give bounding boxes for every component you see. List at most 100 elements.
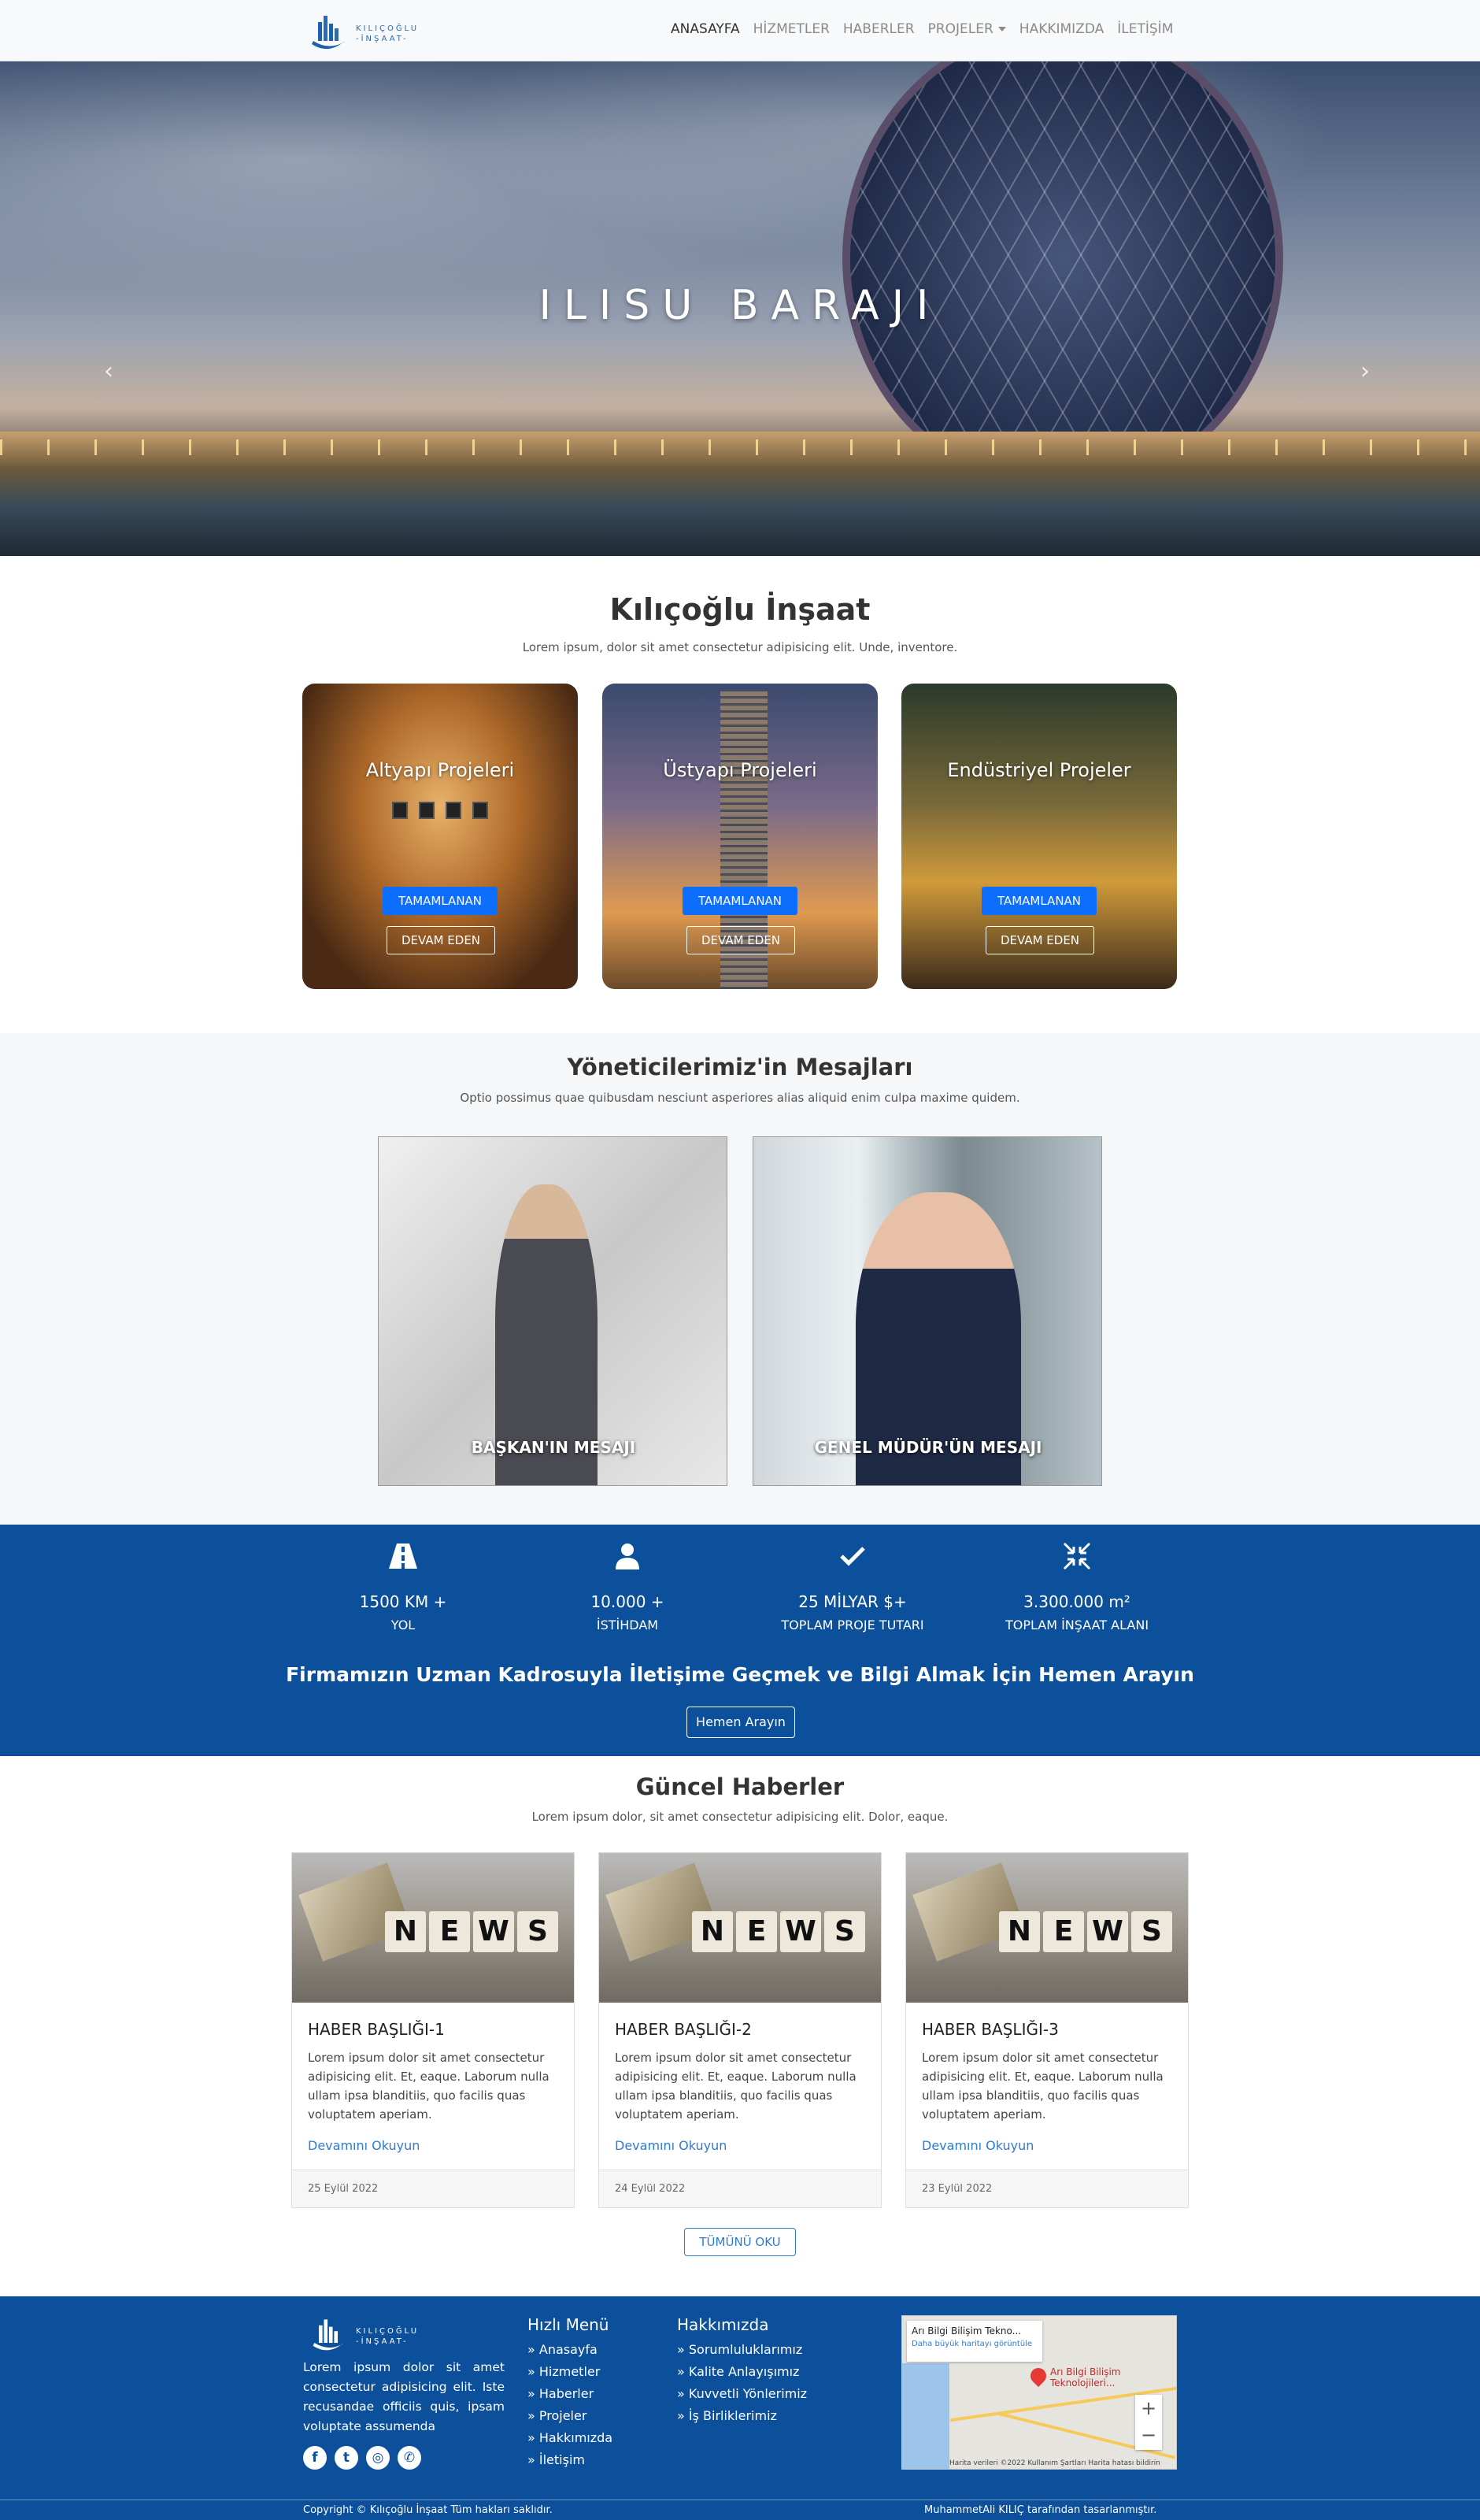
completed-button[interactable]: TAMAMLANAN — [683, 887, 797, 915]
news-card-text: Lorem ipsum dolor sit amet consectetur a… — [615, 2051, 857, 2122]
brand-tagline: -İNŞAAT- — [356, 2337, 409, 2346]
stat-item: 1500 KM + YOL — [324, 1542, 482, 1632]
whatsapp-icon[interactable]: ✆ — [398, 2446, 421, 2470]
nav-item-projeler-label: PROJELER — [927, 21, 993, 37]
quick-menu: Hızlı Menü » Anasayfa » Hizmetler » Habe… — [527, 2314, 612, 2471]
ongoing-button[interactable]: DEVAM EDEN — [686, 926, 795, 954]
embedded-map[interactable]: Arı Bilgi Bilişim Tekno... Daha büyük ha… — [901, 2315, 1177, 2470]
brand-tagline: -İNŞAAT- — [356, 35, 409, 43]
hero-carousel: ILISU BARAJI ‹ › — [0, 61, 1480, 556]
project-card-altyapi: Altyapı Projeleri TAMAMLANAN DEVAM EDEN — [302, 684, 578, 989]
stat-value: 1500 KM + — [359, 1592, 447, 1611]
navbar: KILIÇOĞLU -İNŞAAT- ANASAYFA HİZMETLER HA… — [0, 0, 1480, 61]
facebook-icon[interactable]: f — [303, 2446, 327, 2470]
nav-item-iletisim[interactable]: İLETİŞİM — [1117, 21, 1173, 37]
twitter-icon[interactable]: t — [335, 2446, 358, 2470]
news-card: NEWS HABER BAŞLIĞI-2 Lorem ipsum dolor s… — [598, 1852, 882, 2208]
map-zoom-controls[interactable]: + − — [1135, 2395, 1162, 2450]
read-all-button[interactable]: TÜMÜNÜ OKU — [684, 2228, 796, 2256]
manager-caption: GENEL MÜDÜR'ÜN MESAJI — [814, 1438, 1042, 1457]
manager-card-general-manager[interactable]: GENEL MÜDÜR'ÜN MESAJI — [753, 1136, 1102, 1486]
news-card-date: 24 Eylül 2022 — [599, 2170, 881, 2207]
brand-name: KILIÇOĞLU — [356, 24, 420, 33]
footer-link-kalite[interactable]: » Kalite Anlayışımız — [677, 2361, 807, 2383]
nav-item-hizmetler[interactable]: HİZMETLER — [753, 21, 830, 37]
stat-item: 25 MİLYAR $+ TOPLAM PROJE TUTARI — [774, 1542, 931, 1632]
logo-mark-icon — [312, 16, 345, 50]
read-more-link[interactable]: Devamını Okuyun — [922, 2138, 1034, 2153]
footer-link-iletisim[interactable]: » İletişim — [527, 2449, 612, 2471]
footer-link-yonler[interactable]: » Kuvvetli Yönlerimiz — [677, 2383, 807, 2405]
instagram-icon[interactable]: ◎ — [366, 2446, 390, 2470]
brand-wordmark: KILIÇOĞLU -İNŞAAT- — [356, 24, 419, 44]
user-icon — [616, 1544, 639, 1569]
news-tiles: NEWS — [385, 1911, 558, 1952]
map-pin-icon[interactable] — [1027, 2364, 1050, 2388]
footer-link-sorumluluklar[interactable]: » Sorumluluklarımız — [677, 2339, 807, 2361]
news-card-text: Lorem ipsum dolor sit amet consectetur a… — [308, 2051, 549, 2122]
carousel-prev-icon[interactable]: ‹ — [104, 358, 113, 385]
compress-arrows-icon — [1063, 1542, 1091, 1570]
stat-value: 25 MİLYAR $+ — [798, 1592, 907, 1611]
logo-mark-icon — [313, 2319, 344, 2351]
footer-link-hakkimizda[interactable]: » Hakkımızda — [527, 2427, 612, 2449]
footer: KILIÇOĞLU -İNŞAAT- Lorem ipsum dolor sit… — [0, 2296, 1480, 2520]
news-tiles: NEWS — [692, 1911, 865, 1952]
footer-link-is-birlikleri[interactable]: » İş Birliklerimiz — [677, 2405, 807, 2427]
read-more-link[interactable]: Devamını Okuyun — [308, 2138, 420, 2153]
nav-item-anasayfa[interactable]: ANASAYFA — [671, 21, 740, 37]
project-card-title: Üstyapı Projeleri — [663, 759, 817, 781]
stat-label: YOL — [390, 1618, 416, 1632]
call-now-button[interactable]: Hemen Arayın — [686, 1707, 795, 1738]
company-title: Kılıçoğlu İnşaat — [609, 592, 871, 627]
stats-section: 1500 KM + YOL 10.000 + İSTİHDAM 25 MİLYA… — [0, 1525, 1480, 1756]
company-subtitle: Lorem ipsum, dolor sit amet consectetur … — [522, 640, 958, 654]
footer-link-projeler[interactable]: » Projeler — [527, 2405, 612, 2427]
contact-cta-text: Firmamızın Uzman Kadrosuyla İletişime Ge… — [286, 1663, 1194, 1686]
completed-button[interactable]: TAMAMLANAN — [982, 887, 1097, 915]
map-pin-label: Arı Bilgi Bilişim Teknolojileri... — [1050, 2366, 1121, 2388]
about-menu: Hakkımızda » Sorumluluklarımız » Kalite … — [677, 2314, 807, 2427]
main-nav: ANASAYFA HİZMETLER HABERLER PROJELER HAK… — [671, 21, 1173, 37]
footer-link-hizmetler[interactable]: » Hizmetler — [527, 2361, 612, 2383]
news-card-title: HABER BAŞLIĞI-1 — [308, 2020, 445, 2039]
news-title: Güncel Haberler — [635, 1773, 845, 1800]
stat-value: 10.000 + — [590, 1592, 664, 1611]
stat-item: 10.000 + İSTİHDAM — [549, 1542, 706, 1632]
stat-item: 3.300.000 m² TOPLAM İNŞAAT ALANI — [998, 1542, 1156, 1632]
hero-title: ILISU BARAJI — [538, 282, 942, 329]
news-image: NEWS — [906, 1853, 1188, 2003]
footer-about-text: Lorem ipsum dolor sit amet consectetur a… — [303, 2360, 505, 2433]
nav-item-projeler-dropdown[interactable]: PROJELER — [928, 21, 1006, 37]
carousel-next-icon[interactable]: › — [1360, 358, 1370, 385]
stat-label: TOPLAM İNŞAAT ALANI — [1005, 1618, 1149, 1632]
project-card-ustyapi: Üstyapı Projeleri TAMAMLANAN DEVAM EDEN — [602, 684, 878, 989]
completed-button[interactable]: TAMAMLANAN — [383, 887, 498, 915]
chevron-down-icon — [997, 27, 1006, 32]
project-card-endustriyel: Endüstriyel Projeler TAMAMLANAN DEVAM ED… — [901, 684, 1177, 989]
news-image: NEWS — [599, 1853, 881, 2003]
copyright-text: Copyright © Kılıçoğlu İnşaat Tüm hakları… — [303, 2504, 553, 2516]
footer-logo[interactable]: KILIÇOĞLU -İNŞAAT- — [307, 2314, 441, 2353]
footer-link-haberler[interactable]: » Haberler — [527, 2383, 612, 2405]
check-icon — [840, 1547, 865, 1566]
managers-title: Yöneticilerimiz'in Mesajları — [567, 1054, 913, 1080]
stat-label: TOPLAM PROJE TUTARI — [781, 1618, 924, 1632]
tunnel-signs — [373, 802, 507, 825]
managers-section — [0, 1033, 1480, 1525]
ongoing-button[interactable]: DEVAM EDEN — [387, 926, 495, 954]
social-links: f t ◎ ✆ — [303, 2446, 421, 2470]
news-card-date: 25 Eylül 2022 — [292, 2170, 574, 2207]
nav-item-hakkimizda[interactable]: HAKKIMIZDA — [1019, 21, 1104, 37]
ongoing-button[interactable]: DEVAM EDEN — [986, 926, 1094, 954]
manager-card-chairman[interactable]: BAŞKAN'IN MESAJI — [378, 1136, 727, 1486]
nav-item-haberler[interactable]: HABERLER — [843, 21, 915, 37]
read-more-link[interactable]: Devamını Okuyun — [615, 2138, 727, 2153]
managers-subtitle: Optio possimus quae quibusdam nesciunt a… — [460, 1091, 1020, 1105]
brand-logo[interactable]: KILIÇOĞLU -İNŞAAT- — [307, 9, 433, 52]
manager-caption: BAŞKAN'IN MESAJI — [471, 1438, 636, 1457]
news-card-title: HABER BAŞLIĞI-3 — [922, 2020, 1059, 2039]
footer-link-anasayfa[interactable]: » Anasayfa — [527, 2339, 612, 2361]
designer-credit: MuhammetAli KILIÇ tarafından tasarlanmış… — [924, 2504, 1157, 2516]
map-larger-link[interactable]: Daha büyük haritayı görüntüle — [912, 2340, 1038, 2348]
